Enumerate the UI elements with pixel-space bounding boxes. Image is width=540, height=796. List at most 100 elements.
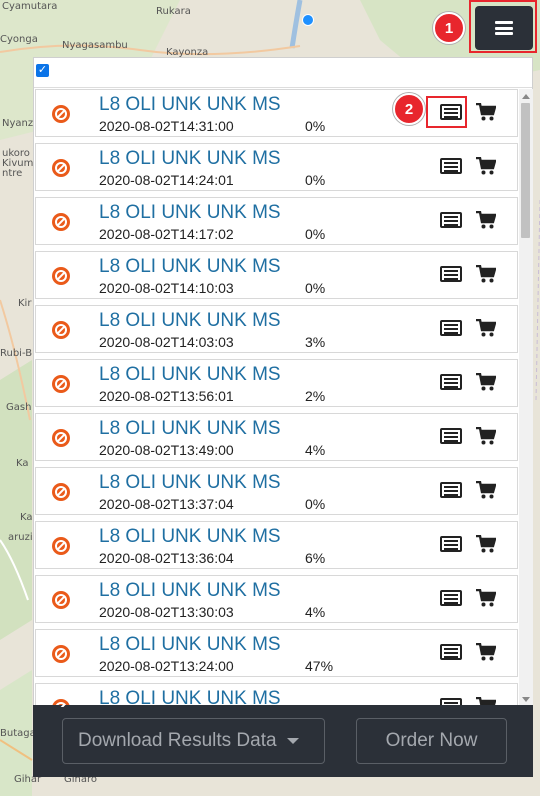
order-now-button[interactable]: Order Now bbox=[356, 718, 507, 764]
current-location-marker bbox=[302, 14, 314, 26]
add-to-cart-icon[interactable] bbox=[476, 103, 496, 121]
add-to-cart-icon[interactable] bbox=[476, 319, 496, 337]
result-row[interactable]: L8 OLI UNK UNK MS 2020-08-02T13:30:03 4% bbox=[35, 575, 518, 623]
result-date: 2020-08-02T14:31:00 bbox=[99, 118, 234, 134]
result-title: L8 OLI UNK UNK MS bbox=[99, 256, 281, 277]
add-to-cart-icon[interactable] bbox=[476, 157, 496, 175]
add-to-cart-icon[interactable] bbox=[476, 643, 496, 661]
select-all-checkbox[interactable]: ✓ bbox=[36, 64, 49, 77]
result-cloud-cover: 0% bbox=[305, 496, 326, 512]
no-order-status-icon bbox=[52, 591, 70, 609]
result-title: L8 OLI UNK UNK MS bbox=[99, 526, 281, 547]
result-date: 2020-08-02T14:03:03 bbox=[99, 334, 234, 350]
map-label: Cyamutara bbox=[2, 1, 58, 12]
map-label: Cyonga bbox=[0, 34, 38, 45]
select-all-bar: ✓ bbox=[34, 58, 532, 88]
download-results-label: Download Results Data bbox=[78, 730, 277, 751]
caret-down-icon bbox=[286, 738, 299, 744]
no-order-status-icon bbox=[52, 375, 70, 393]
no-order-status-icon bbox=[52, 537, 70, 555]
add-to-cart-icon[interactable] bbox=[476, 211, 496, 229]
metadata-details-icon[interactable] bbox=[440, 590, 462, 606]
result-date: 2020-08-02T14:17:02 bbox=[99, 226, 234, 242]
results-footer-toolbar: Download Results Data Order Now bbox=[33, 705, 533, 777]
map-label: Gash bbox=[6, 402, 32, 413]
results-list[interactable]: L8 OLI UNK UNK MS 2020-08-02T14:31:00 0% L8… bbox=[34, 89, 518, 707]
result-cloud-cover: 6% bbox=[305, 550, 326, 566]
add-to-cart-icon[interactable] bbox=[476, 265, 496, 283]
result-cloud-cover: 4% bbox=[305, 442, 326, 458]
scroll-up-arrow-icon[interactable] bbox=[522, 94, 530, 99]
map-label: Rukara bbox=[156, 6, 191, 17]
metadata-details-icon[interactable] bbox=[440, 158, 462, 174]
result-date: 2020-08-02T13:49:00 bbox=[99, 442, 234, 458]
add-to-cart-icon[interactable] bbox=[476, 535, 496, 553]
result-cloud-cover: 2% bbox=[305, 388, 326, 404]
result-cloud-cover: 0% bbox=[305, 118, 326, 134]
result-title: L8 OLI UNK UNK MS bbox=[99, 472, 281, 493]
map-label: Ka bbox=[16, 458, 29, 469]
map-label: aruzi bbox=[8, 532, 33, 543]
scroll-down-arrow-icon[interactable] bbox=[522, 697, 530, 702]
no-order-status-icon bbox=[52, 321, 70, 339]
metadata-details-icon[interactable] bbox=[440, 428, 462, 444]
result-row[interactable]: L8 OLI UNK UNK MS 2020-08-02T13:36:04 6% bbox=[35, 521, 518, 569]
order-now-label: Order Now bbox=[385, 730, 478, 751]
result-row[interactable]: L8 OLI UNK UNK MS bbox=[35, 683, 518, 707]
map-label: ntre bbox=[2, 168, 23, 179]
map-label: Butaga bbox=[0, 728, 36, 739]
map-label: Nyagasambu bbox=[62, 40, 128, 51]
step-marker-1: 1 bbox=[433, 12, 465, 44]
add-to-cart-icon[interactable] bbox=[476, 481, 496, 499]
map-label: Kir bbox=[18, 298, 32, 309]
no-order-status-icon bbox=[52, 429, 70, 447]
result-date: 2020-08-02T14:24:01 bbox=[99, 172, 234, 188]
metadata-details-icon[interactable] bbox=[440, 212, 462, 228]
menu-button-highlight bbox=[469, 0, 537, 53]
add-to-cart-icon[interactable] bbox=[476, 427, 496, 445]
result-date: 2020-08-02T13:30:03 bbox=[99, 604, 234, 620]
no-order-status-icon bbox=[52, 483, 70, 501]
no-order-status-icon bbox=[52, 159, 70, 177]
results-scrollbar[interactable] bbox=[519, 89, 533, 707]
result-title: L8 OLI UNK UNK MS bbox=[99, 634, 281, 655]
step-marker-2: 2 bbox=[393, 93, 425, 125]
results-panel: ✓ L8 OLI UNK UNK MS 2020-08-02T14:31:00 0%… bbox=[33, 57, 533, 777]
metadata-details-icon[interactable] bbox=[440, 320, 462, 336]
metadata-details-icon[interactable] bbox=[440, 374, 462, 390]
result-row[interactable]: L8 OLI UNK UNK MS 2020-08-02T14:03:03 3% bbox=[35, 305, 518, 353]
metadata-details-icon[interactable] bbox=[440, 536, 462, 552]
scrollbar-thumb[interactable] bbox=[521, 103, 530, 238]
result-date: 2020-08-02T14:10:03 bbox=[99, 280, 234, 296]
metadata-details-icon[interactable] bbox=[440, 644, 462, 660]
add-to-cart-icon[interactable] bbox=[476, 589, 496, 607]
result-cloud-cover: 0% bbox=[305, 172, 326, 188]
result-row[interactable]: L8 OLI UNK UNK MS 2020-08-02T14:10:03 0% bbox=[35, 251, 518, 299]
result-title: L8 OLI UNK UNK MS bbox=[99, 418, 281, 439]
result-title: L8 OLI UNK UNK MS bbox=[99, 364, 281, 385]
result-row[interactable]: L8 OLI UNK UNK MS 2020-08-02T13:56:01 2% bbox=[35, 359, 518, 407]
add-to-cart-icon[interactable] bbox=[476, 373, 496, 391]
result-cloud-cover: 0% bbox=[305, 226, 326, 242]
no-order-status-icon bbox=[52, 267, 70, 285]
result-date: 2020-08-02T13:56:01 bbox=[99, 388, 234, 404]
result-cloud-cover: 3% bbox=[305, 334, 326, 350]
details-button-highlight bbox=[426, 96, 467, 128]
result-cloud-cover: 0% bbox=[305, 280, 326, 296]
metadata-details-icon[interactable] bbox=[440, 266, 462, 282]
result-date: 2020-08-02T13:36:04 bbox=[99, 550, 234, 566]
result-row[interactable]: L8 OLI UNK UNK MS 2020-08-02T13:37:04 0% bbox=[35, 467, 518, 515]
result-row[interactable]: L8 OLI UNK UNK MS 2020-08-02T14:17:02 0% bbox=[35, 197, 518, 245]
no-order-status-icon bbox=[52, 213, 70, 231]
result-title: L8 OLI UNK UNK MS bbox=[99, 202, 281, 223]
download-results-button[interactable]: Download Results Data bbox=[62, 718, 325, 764]
result-row[interactable]: L8 OLI UNK UNK MS 2020-08-02T13:49:00 4% bbox=[35, 413, 518, 461]
no-order-status-icon bbox=[52, 105, 70, 123]
result-row[interactable]: L8 OLI UNK UNK MS 2020-08-02T13:24:00 47% bbox=[35, 629, 518, 677]
result-row[interactable]: L8 OLI UNK UNK MS 2020-08-02T14:24:01 0% bbox=[35, 143, 518, 191]
map-label: Ka bbox=[20, 512, 33, 523]
result-date: 2020-08-02T13:24:00 bbox=[99, 658, 234, 674]
metadata-details-icon[interactable] bbox=[440, 482, 462, 498]
result-title: L8 OLI UNK UNK MS bbox=[99, 148, 281, 169]
result-title: L8 OLI UNK UNK MS bbox=[99, 94, 281, 115]
